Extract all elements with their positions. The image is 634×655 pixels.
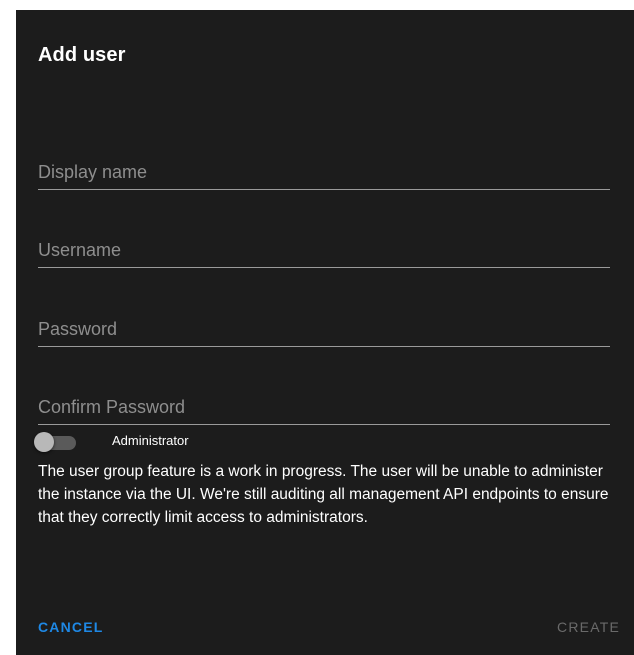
add-user-dialog: Add user Administrator The user group fe… xyxy=(16,10,634,655)
switch-thumb xyxy=(34,432,54,452)
administrator-label: Administrator xyxy=(112,433,189,448)
display-name-field[interactable] xyxy=(38,150,610,190)
confirm-password-input[interactable] xyxy=(38,397,610,418)
work-in-progress-note: The user group feature is a work in prog… xyxy=(38,463,609,526)
dialog-title: Add user xyxy=(38,44,126,66)
dialog-actions: CANCEL CREATE xyxy=(16,616,634,640)
create-button[interactable]: CREATE xyxy=(557,619,620,635)
display-name-input[interactable] xyxy=(38,162,610,183)
username-input[interactable] xyxy=(38,240,610,261)
password-field[interactable] xyxy=(38,307,610,347)
cancel-button[interactable]: CANCEL xyxy=(38,619,104,635)
username-field[interactable] xyxy=(38,228,610,268)
confirm-password-field[interactable] xyxy=(38,385,610,425)
password-input[interactable] xyxy=(38,319,610,340)
administrator-switch[interactable] xyxy=(34,432,80,452)
administrator-toggle-row: Administrator xyxy=(32,430,332,454)
